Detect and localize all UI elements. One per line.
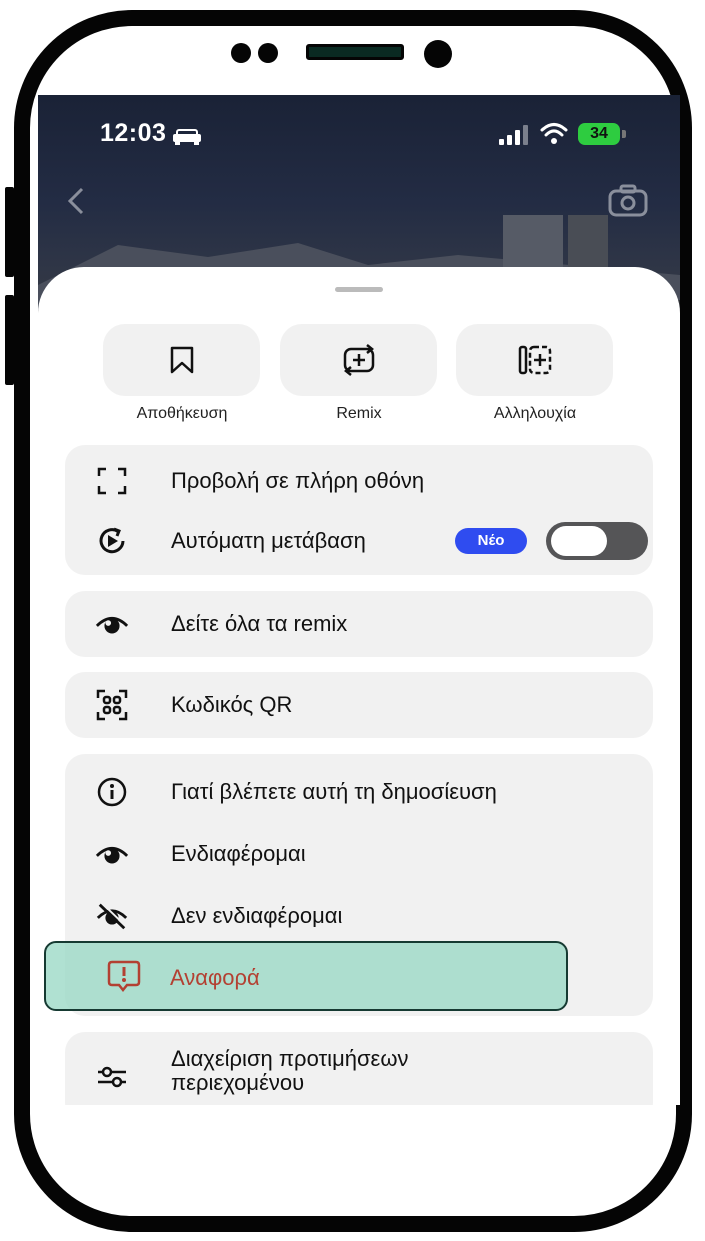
bookmark-icon (170, 346, 193, 374)
info-icon (95, 775, 129, 809)
fullscreen-label: Προβολή σε πλήρη οθόνη (171, 468, 425, 493)
back-icon[interactable] (66, 187, 86, 215)
autoplay-icon (95, 524, 129, 558)
manage-preferences-line1: Διαχείριση προτιμήσεων (171, 1046, 409, 1071)
signal-icon (499, 125, 528, 145)
eye-slash-icon (95, 899, 129, 933)
manage-preferences-option[interactable]: Διαχείριση προτιμήσεων περιεχομένου (65, 1047, 653, 1103)
not-interested-option[interactable]: Δεν ενδιαφέρομαι (65, 890, 653, 942)
qr-code-label: Κωδικός QR (171, 692, 293, 717)
report-icon (106, 958, 142, 994)
interested-label: Ενδιαφέρομαι (171, 841, 306, 866)
autoplay-label: Αυτόματη μετάβαση (171, 528, 366, 553)
why-seeing-label: Γιατί βλέπετε αυτή τη δημοσίευση (171, 779, 497, 804)
report-option[interactable]: Αναφορά (44, 941, 568, 1011)
remix-label: Remix (336, 405, 382, 422)
manage-preferences-label: Διαχείριση προτιμήσεων περιεχομένου (171, 1047, 409, 1095)
qr-code-icon (95, 688, 129, 722)
notch-dot (258, 43, 278, 63)
fullscreen-option[interactable]: Προβολή σε πλήρη οθόνη (65, 455, 653, 507)
battery-tip (622, 130, 626, 138)
battery-indicator: 34 (578, 123, 620, 145)
display-options-card: Προβολή σε πλήρη οθόνη Αυτόματη μετάβαση… (65, 445, 653, 575)
notch-speaker (306, 44, 404, 60)
remix-card: Δείτε όλα τα remix (65, 591, 653, 657)
qr-card: Κωδικός QR (65, 672, 653, 738)
sliders-icon (95, 1060, 129, 1094)
sequence-icon (518, 345, 551, 375)
sequence-button[interactable] (456, 324, 613, 396)
fullscreen-icon (95, 464, 129, 498)
toggle-knob (551, 526, 607, 556)
eye-icon (95, 607, 129, 641)
wifi-icon (540, 123, 568, 144)
preferences-card: Διαχείριση προτιμήσεων περιεχομένου (65, 1032, 653, 1105)
remix-icon (343, 344, 374, 376)
eye-icon (95, 837, 129, 871)
camera-icon[interactable] (608, 183, 648, 217)
sequence-label: Αλληλουχία (493, 405, 577, 422)
report-label: Αναφορά (170, 965, 260, 990)
remix-button[interactable] (280, 324, 437, 396)
new-badge: Νέο (455, 528, 527, 554)
sheet-grabber[interactable] (335, 287, 383, 292)
front-camera (424, 40, 452, 68)
see-remixes-label: Δείτε όλα τα remix (171, 611, 348, 636)
save-label: Αποθήκευση (136, 405, 228, 422)
qr-code-option[interactable]: Κωδικός QR (65, 679, 653, 731)
why-seeing-option[interactable]: Γιατί βλέπετε αυτή τη δημοσίευση (65, 766, 653, 818)
status-time: 12:03 (100, 119, 167, 147)
manage-preferences-line2: περιεχομένου (171, 1070, 305, 1095)
autoplay-option[interactable]: Αυτόματη μετάβαση Νέο (65, 515, 653, 567)
side-button-lower (5, 295, 14, 385)
not-interested-label: Δεν ενδιαφέρομαι (171, 903, 343, 928)
interested-option[interactable]: Ενδιαφέρομαι (65, 828, 653, 880)
autoplay-toggle[interactable] (546, 522, 648, 560)
notch-dot (231, 43, 251, 63)
see-remixes-option[interactable]: Δείτε όλα τα remix (65, 598, 653, 650)
car-icon (173, 129, 201, 145)
save-button[interactable] (103, 324, 260, 396)
side-button-upper (5, 187, 14, 277)
